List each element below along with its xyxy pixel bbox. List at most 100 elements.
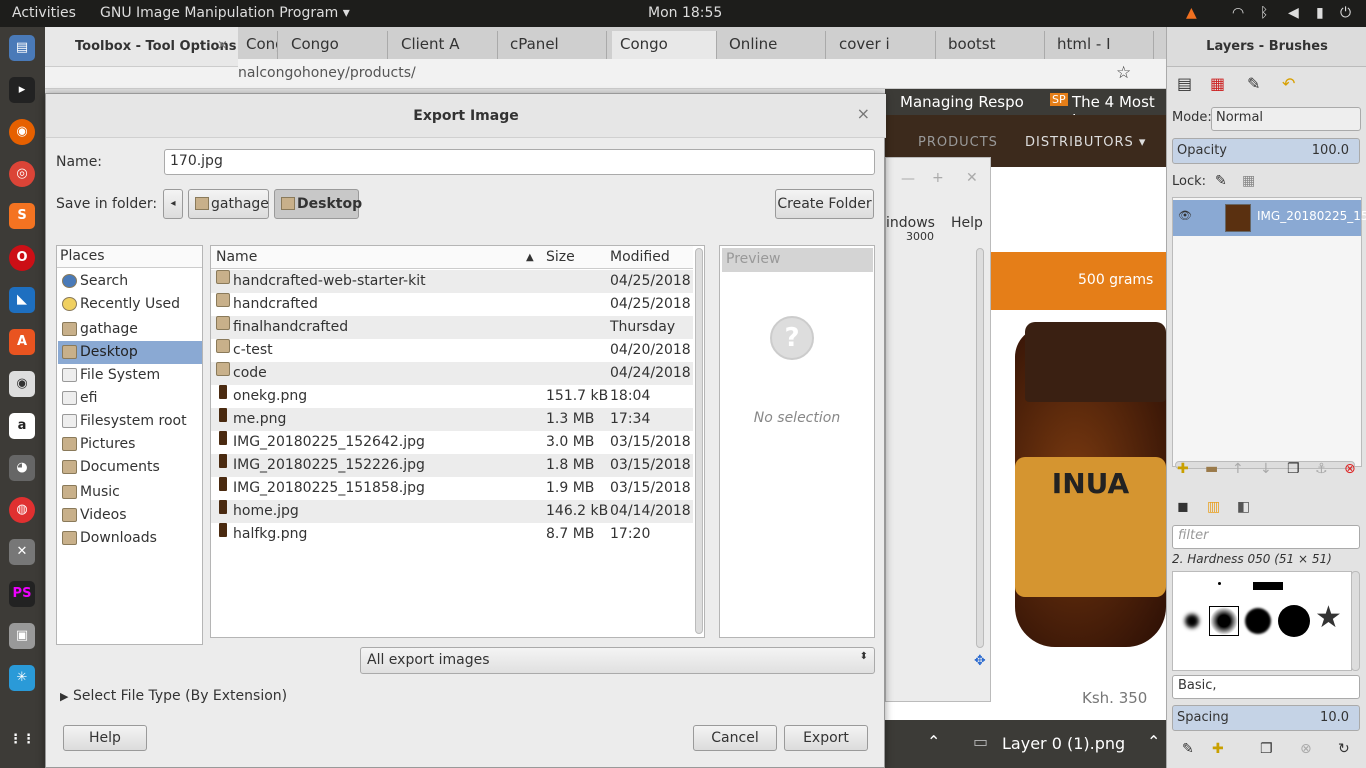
- file-row[interactable]: finalhandcrafted Thursday: [211, 316, 693, 339]
- new-brush-icon[interactable]: ✚: [1212, 741, 1224, 757]
- new-layer-icon[interactable]: ✚: [1177, 461, 1189, 477]
- raise-layer-icon[interactable]: ↑: [1232, 461, 1244, 477]
- file-row[interactable]: IMG_20180225_151858.jpg 1.9 MB 03/15/2018: [211, 477, 693, 500]
- help-icon[interactable]: ◍: [9, 497, 35, 523]
- brush-soft[interactable]: [1185, 614, 1199, 628]
- firefox-icon[interactable]: ◉: [9, 119, 35, 145]
- file-row[interactable]: onekg.png 151.7 kB 18:04: [211, 385, 693, 408]
- place-file-system[interactable]: File System: [58, 364, 202, 387]
- amazon-icon[interactable]: a: [9, 413, 35, 439]
- tab-2[interactable]: Client A: [393, 31, 498, 59]
- menu-help[interactable]: Help: [951, 215, 983, 231]
- tab-3[interactable]: cPanel: [502, 31, 607, 59]
- tab-8[interactable]: html - I: [1049, 31, 1154, 59]
- new-group-icon[interactable]: ▬: [1205, 461, 1218, 477]
- nav-distributors[interactable]: DISTRIBUTORS ▾: [1025, 135, 1146, 150]
- place-efi[interactable]: efi: [58, 387, 202, 410]
- file-row[interactable]: me.png 1.3 MB 17:34: [211, 408, 693, 431]
- chevron-up-icon[interactable]: ⌃: [927, 732, 940, 751]
- vlc-icon[interactable]: ▲: [1186, 5, 1197, 21]
- tab-0[interactable]: Congo: [238, 31, 278, 59]
- visibility-eye-icon[interactable]: 👁: [1178, 209, 1192, 222]
- lock-pixels-icon[interactable]: ✎: [1215, 173, 1227, 189]
- brush-set-select[interactable]: Basic,: [1172, 675, 1360, 699]
- column-size[interactable]: Size: [546, 249, 575, 265]
- file-row[interactable]: halfkg.png 8.7 MB 17:20: [211, 523, 693, 546]
- activities-button[interactable]: Activities: [12, 5, 76, 21]
- brush-hard[interactable]: [1245, 608, 1271, 634]
- opacity-slider[interactable]: Opacity 100.0: [1172, 138, 1360, 164]
- chevron-up-icon-2[interactable]: ⌃: [1147, 732, 1160, 751]
- minimize-icon[interactable]: —: [901, 171, 915, 187]
- column-modified[interactable]: Modified: [610, 249, 670, 265]
- file-row[interactable]: handcrafted 04/25/2018: [211, 293, 693, 316]
- anchor-layer-icon[interactable]: ⚓: [1315, 461, 1328, 477]
- system-icon[interactable]: ✳: [9, 665, 35, 691]
- brush-scrollbar[interactable]: [1351, 571, 1360, 671]
- cancel-button[interactable]: Cancel: [693, 725, 777, 751]
- delete-layer-icon[interactable]: ⊗: [1344, 461, 1356, 477]
- lower-layer-icon[interactable]: ↓: [1260, 461, 1272, 477]
- gradients-tab-icon[interactable]: ◧: [1237, 499, 1250, 515]
- brush-filter-input[interactable]: filter: [1172, 525, 1360, 549]
- chrome-icon[interactable]: ◎: [9, 161, 35, 187]
- path-gathage-button[interactable]: gathage: [188, 189, 269, 219]
- url-text[interactable]: nalcongohoney/products/: [238, 65, 416, 81]
- layer-name[interactable]: IMG_20180225_15: [1257, 209, 1366, 223]
- duplicate-brush-icon[interactable]: ❐: [1260, 741, 1273, 757]
- tab-4-active[interactable]: Congo: [612, 31, 717, 59]
- opera-icon[interactable]: O: [9, 245, 35, 271]
- refresh-brushes-icon[interactable]: ↻: [1338, 741, 1350, 757]
- tab-7[interactable]: bootst: [940, 31, 1045, 59]
- navigate-icon[interactable]: ✥: [974, 653, 986, 669]
- path-desktop-button[interactable]: Desktop: [274, 189, 362, 219]
- gimp-icon[interactable]: ◕: [9, 455, 35, 481]
- nav-products[interactable]: PRODUCTS: [918, 135, 998, 150]
- brush-pixel[interactable]: [1218, 582, 1221, 585]
- mode-select[interactable]: Normal: [1211, 107, 1361, 131]
- place-gathage[interactable]: gathage: [58, 318, 202, 341]
- terminal-icon[interactable]: ▸: [9, 77, 35, 103]
- file-row[interactable]: code 04/24/2018: [211, 362, 693, 385]
- export-button[interactable]: Export: [784, 725, 868, 751]
- volume-icon[interactable]: ◀: [1288, 5, 1299, 21]
- select-file-type-expander[interactable]: Select File Type (By Extension): [73, 688, 287, 704]
- battery-icon[interactable]: ▮: [1316, 5, 1324, 21]
- place-search[interactable]: Search: [58, 270, 202, 293]
- app-menu[interactable]: GNU Image Manipulation Program ▾: [100, 5, 350, 21]
- layers-tab-icon[interactable]: ▤: [1177, 74, 1192, 93]
- brush-grid[interactable]: ★: [1172, 571, 1352, 671]
- tab-5[interactable]: Online: [721, 31, 826, 59]
- clock[interactable]: Mon 18:55: [648, 5, 722, 21]
- expander-arrow-icon[interactable]: ▶: [60, 690, 68, 703]
- rhythmbox-icon[interactable]: ◉: [9, 371, 35, 397]
- brush-block[interactable]: [1253, 582, 1283, 590]
- place-recently-used[interactable]: Recently Used: [58, 293, 202, 316]
- file-list-scrollbar[interactable]: [695, 248, 703, 634]
- place-documents[interactable]: Documents: [58, 456, 202, 479]
- bluetooth-icon[interactable]: ᛒ: [1260, 5, 1268, 21]
- screenshot-icon[interactable]: ▣: [9, 623, 35, 649]
- file-row[interactable]: handcrafted-web-starter-kit 04/25/2018: [211, 270, 693, 293]
- place-desktop[interactable]: Desktop: [58, 341, 202, 364]
- file-row[interactable]: home.jpg 146.2 kB 04/14/2018: [211, 500, 693, 523]
- layer-row[interactable]: 👁 IMG_20180225_15: [1173, 200, 1366, 236]
- spacing-slider[interactable]: Spacing 10.0: [1172, 705, 1360, 731]
- sublime-icon[interactable]: S: [9, 203, 35, 229]
- menu-windows[interactable]: indows: [886, 215, 935, 231]
- software-center-icon[interactable]: A: [9, 329, 35, 355]
- bookmark-1[interactable]: Managing Respo: [900, 93, 1024, 111]
- undo-tab-icon[interactable]: ↶: [1282, 74, 1295, 93]
- settings-icon[interactable]: ✕: [9, 539, 35, 565]
- star-brush-icon[interactable]: ★: [1315, 600, 1342, 635]
- place-downloads[interactable]: Downloads: [58, 527, 202, 550]
- close-icon[interactable]: ×: [857, 104, 870, 123]
- files-icon[interactable]: ▤: [9, 35, 35, 61]
- file-filter-select[interactable]: All export images ⬍: [360, 647, 875, 674]
- scrollbar[interactable]: [976, 248, 984, 648]
- place-pictures[interactable]: Pictures: [58, 433, 202, 456]
- place-music[interactable]: Music: [58, 481, 202, 504]
- brushes-tab-icon[interactable]: ◼: [1177, 499, 1189, 515]
- brush-hardness-050[interactable]: [1209, 606, 1239, 636]
- wifi-icon[interactable]: ◠: [1232, 5, 1244, 21]
